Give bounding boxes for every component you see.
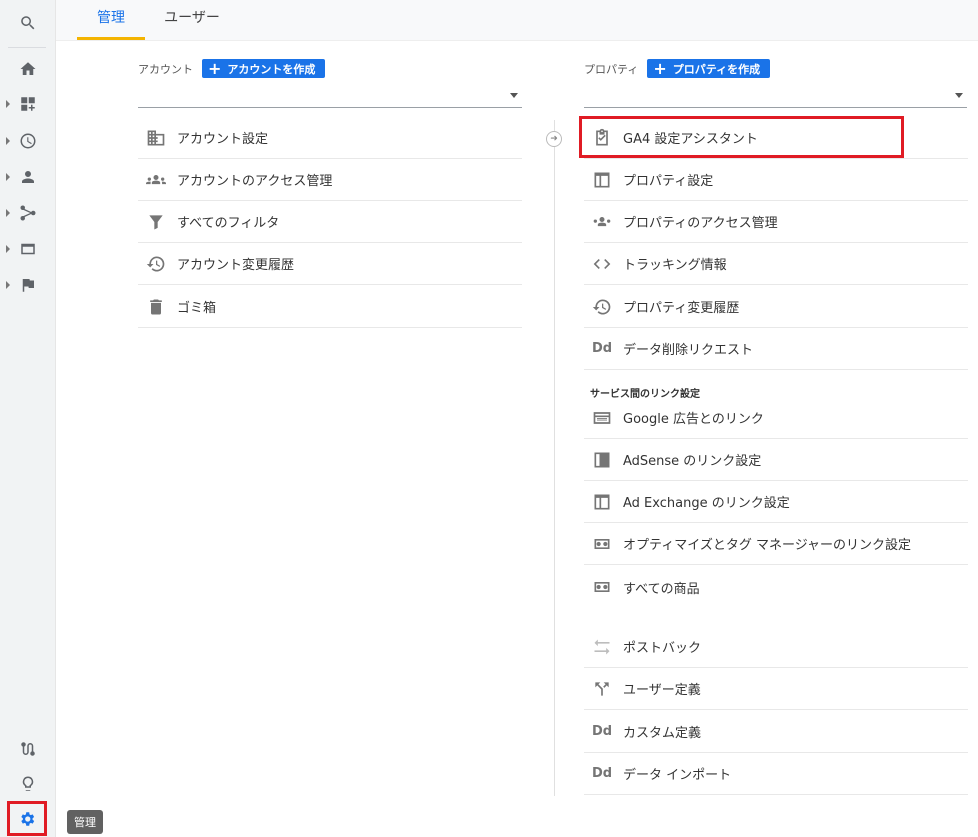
- tracking-info-label: トラッキング情報: [623, 258, 727, 273]
- adsense-link-label: AdSense のリンク設定: [623, 454, 762, 469]
- data-import-item[interactable]: Dd データ インポート: [584, 753, 968, 795]
- google-ads-link-label: Google 広告とのリンク: [623, 412, 764, 427]
- people-icon: [591, 211, 613, 233]
- gear-icon: [21, 811, 35, 826]
- tracking-info-item[interactable]: トラッキング情報: [584, 243, 968, 285]
- link-icon: [591, 533, 613, 555]
- all-products-label: すべての商品: [623, 581, 700, 597]
- account-history-item[interactable]: アカウント変更履歴: [138, 243, 522, 285]
- trash-item[interactable]: ゴミ箱: [138, 286, 522, 328]
- account-access-label: アカウントのアクセス管理: [177, 174, 333, 189]
- link-icon: [591, 576, 613, 598]
- data-deletion-label: データ削除リクエスト: [623, 343, 754, 358]
- ads-icon: [591, 407, 613, 429]
- trash-label: ゴミ箱: [177, 301, 217, 316]
- custom-definitions-label: カスタム定義: [623, 726, 702, 741]
- create-property-button[interactable]: + プロパティを作成: [647, 59, 771, 78]
- acquisition-icon[interactable]: [0, 198, 55, 228]
- home-icon[interactable]: [0, 54, 55, 84]
- property-access-item[interactable]: プロパティのアクセス管理: [584, 201, 968, 243]
- data-deletion-item[interactable]: Dd データ削除リクエスト: [584, 328, 968, 370]
- search-icon[interactable]: [0, 8, 55, 38]
- account-selector[interactable]: [138, 83, 522, 108]
- window-icon: [591, 491, 613, 513]
- property-history-item[interactable]: プロパティ変更履歴: [584, 286, 968, 328]
- customization-icon[interactable]: [0, 89, 55, 119]
- people-icon: [145, 169, 167, 191]
- account-header-label: アカウント: [138, 62, 193, 76]
- all-filters-label: すべてのフィルタ: [177, 216, 280, 231]
- admin-tabs: 管理 ユーザー: [56, 0, 978, 41]
- conversions-flag-icon[interactable]: [0, 270, 55, 300]
- create-account-button[interactable]: + アカウントを作成: [202, 59, 326, 78]
- create-account-label: アカウントを作成: [227, 62, 316, 76]
- property-header-label: プロパティ: [584, 62, 639, 76]
- postback-label: ポストバック: [623, 641, 702, 656]
- admin-tooltip: 管理: [67, 810, 103, 834]
- property-selector[interactable]: [584, 83, 967, 108]
- account-settings-item[interactable]: アカウント設定: [138, 117, 522, 159]
- code-icon: [591, 253, 613, 275]
- optimize-tagmanager-link-label: オプティマイズとタグ マネージャーのリンク設定: [623, 538, 912, 553]
- property-settings-item[interactable]: プロパティ設定: [584, 159, 968, 201]
- dropdown-arrow-icon: [510, 93, 518, 98]
- building-icon: [145, 127, 167, 149]
- adsense-icon: [591, 449, 613, 471]
- highlight-box: [579, 116, 904, 158]
- property-history-label: プロパティ変更履歴: [623, 301, 740, 316]
- rail-divider: [8, 47, 46, 48]
- dropdown-arrow-icon: [955, 93, 963, 98]
- audience-person-icon[interactable]: [0, 162, 55, 192]
- arrow-right-circle-icon: ➜: [546, 131, 562, 147]
- adsense-link-item[interactable]: AdSense のリンク設定: [584, 439, 968, 481]
- property-settings-label: プロパティ設定: [623, 174, 714, 189]
- lightbulb-icon[interactable]: [0, 769, 55, 799]
- property-access-label: プロパティのアクセス管理: [623, 216, 778, 231]
- account-settings-label: アカウント設定: [177, 132, 269, 147]
- history-icon: [145, 253, 167, 275]
- admin-gear-button[interactable]: [7, 801, 47, 836]
- ad-exchange-link-item[interactable]: Ad Exchange のリンク設定: [584, 481, 968, 523]
- user-definitions-item[interactable]: ユーザー定義: [584, 668, 968, 710]
- dd-icon: Dd: [591, 724, 613, 739]
- trash-icon: [145, 296, 167, 318]
- data-import-label: データ インポート: [623, 768, 732, 783]
- ad-exchange-link-label: Ad Exchange のリンク設定: [623, 496, 790, 511]
- tab-admin[interactable]: 管理: [77, 0, 145, 40]
- left-nav-rail: [0, 0, 56, 837]
- filter-icon: [145, 211, 167, 233]
- custom-definitions-item[interactable]: Dd カスタム定義: [584, 711, 968, 753]
- property-column-header: プロパティ + プロパティを作成: [584, 59, 771, 78]
- dd-icon: Dd: [591, 341, 613, 356]
- postback-item[interactable]: ポストバック: [584, 626, 968, 668]
- account-column-header: アカウント + アカウントを作成: [138, 59, 326, 78]
- google-ads-link-item[interactable]: Google 広告とのリンク: [584, 397, 968, 439]
- history-icon: [591, 296, 613, 318]
- all-filters-item[interactable]: すべてのフィルタ: [138, 201, 522, 243]
- create-property-label: プロパティを作成: [672, 62, 761, 76]
- all-products-item[interactable]: すべての商品: [584, 566, 968, 608]
- plus-icon: +: [653, 59, 667, 78]
- tab-users[interactable]: ユーザー: [156, 0, 228, 40]
- plus-icon: +: [208, 59, 222, 78]
- attribution-route-icon[interactable]: [0, 734, 55, 764]
- window-icon: [591, 169, 613, 191]
- fork-icon: [591, 678, 613, 700]
- optimize-tagmanager-link-item[interactable]: オプティマイズとタグ マネージャーのリンク設定: [584, 523, 968, 565]
- user-definitions-label: ユーザー定義: [623, 683, 701, 698]
- behavior-icon[interactable]: [0, 234, 55, 264]
- realtime-clock-icon[interactable]: [0, 126, 55, 156]
- dd-icon: Dd: [591, 766, 613, 781]
- column-divider: [554, 120, 555, 796]
- account-access-item[interactable]: アカウントのアクセス管理: [138, 159, 522, 201]
- swap-icon: [591, 636, 613, 658]
- account-history-label: アカウント変更履歴: [177, 258, 295, 273]
